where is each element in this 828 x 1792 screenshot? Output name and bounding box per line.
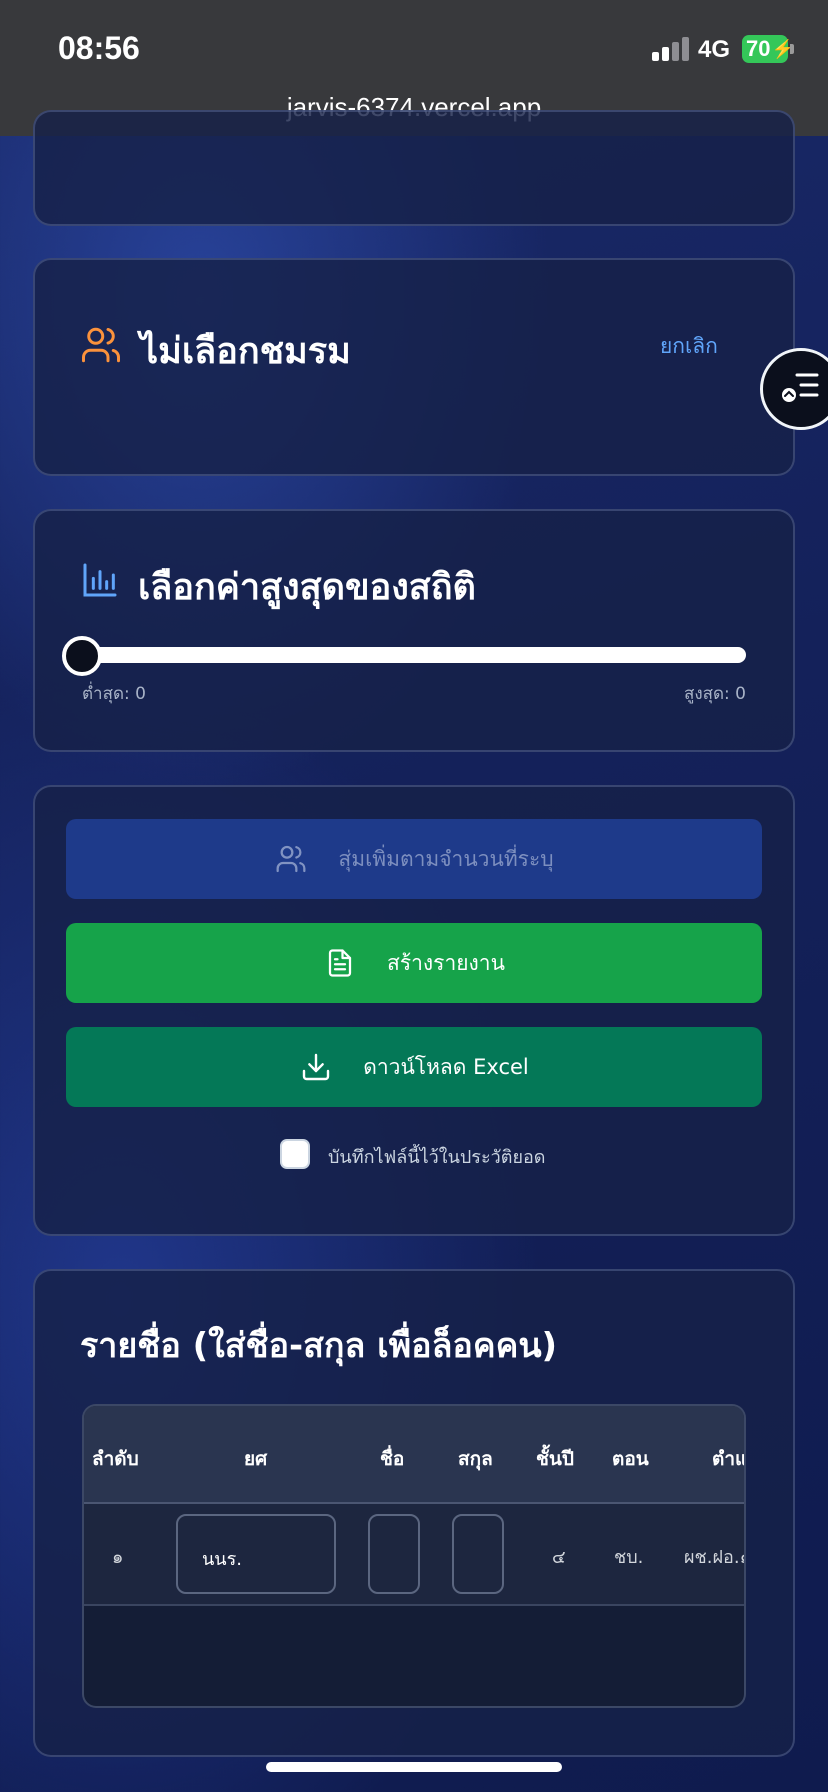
column-header-first-name: ชื่อ [380, 1448, 405, 1470]
rank-value: นนร. [202, 1549, 242, 1570]
users-icon [274, 842, 308, 876]
battery-level: 70 [746, 36, 771, 61]
status-time: 08:56 [58, 30, 140, 66]
battery-cap [790, 44, 794, 54]
slider-min-label: ต่ำสุด: 0 [82, 684, 146, 704]
cell-year: ๔ [552, 1547, 566, 1568]
random-add-button[interactable]: สุ่มเพิ่มตามจำนวนที่ระบุ [66, 819, 762, 899]
column-header-order: ลำดับ [92, 1448, 139, 1470]
save-history-label: บันทึกไฟล์นี้ไว้ในประวัติยอด [328, 1147, 546, 1168]
home-indicator [266, 1762, 562, 1772]
document-icon [323, 946, 357, 980]
column-header-position: ตำแ [712, 1448, 746, 1470]
last-name-input[interactable] [452, 1514, 504, 1594]
column-header-year: ชั้นปี [536, 1448, 574, 1470]
cell-order: ๑ [112, 1547, 124, 1568]
table-row: ๑ นนร. ๔ ชบ. ผช.ฝอ.๑ [84, 1504, 746, 1606]
menu-list-icon [782, 373, 819, 402]
stats-slider-thumb[interactable] [62, 636, 102, 676]
rank-input[interactable]: นนร. [176, 1514, 336, 1594]
column-header-section: ตอน [612, 1448, 649, 1470]
signal-icon [652, 37, 690, 61]
column-header-last-name: สกุล [458, 1448, 493, 1470]
column-header-rank: ยศ [244, 1448, 268, 1470]
network-type: 4G [698, 36, 731, 63]
cell-position: ผช.ฝอ.๑ [684, 1547, 746, 1568]
cell-section: ชบ. [614, 1547, 644, 1568]
stats-card [33, 509, 795, 752]
random-add-label: สุ่มเพิ่มตามจำนวนที่ระบุ [338, 846, 554, 871]
slider-max-label: สูงสุด: 0 [683, 684, 746, 704]
stats-title: เลือกค่าสูงสุดของสถิติ [138, 567, 476, 608]
previous-card [33, 110, 795, 226]
create-report-label: สร้างรายงาน [387, 950, 505, 975]
club-title: ไม่เลือกชมรม [140, 331, 351, 372]
battery-indicator: 70 ⚡ [742, 35, 794, 63]
save-history-checkbox[interactable] [280, 1139, 310, 1169]
bar-chart-icon [83, 563, 117, 597]
table-header: ลำดับ ยศ ชื่อ สกุล ชั้นปี ตอน ตำแ [84, 1406, 746, 1504]
users-icon [82, 327, 120, 363]
roster-title: รายชื่อ (ใส่ชื่อ-สกุล เพื่อล็อคคน) [80, 1326, 558, 1366]
roster-table[interactable]: ลำดับ ยศ ชื่อ สกุล ชั้นปี ตอน ตำแ ๑ นนร.… [82, 1404, 746, 1708]
download-excel-label: ดาวน์โหลด Excel [363, 1054, 529, 1079]
first-name-input[interactable] [368, 1514, 420, 1594]
download-excel-button[interactable]: ดาวน์โหลด Excel [66, 1027, 762, 1107]
cancel-button[interactable]: ยกเลิก [660, 330, 718, 363]
download-icon [299, 1050, 333, 1084]
create-report-button[interactable]: สร้างรายงาน [66, 923, 762, 1003]
stats-slider-track[interactable] [80, 647, 746, 663]
